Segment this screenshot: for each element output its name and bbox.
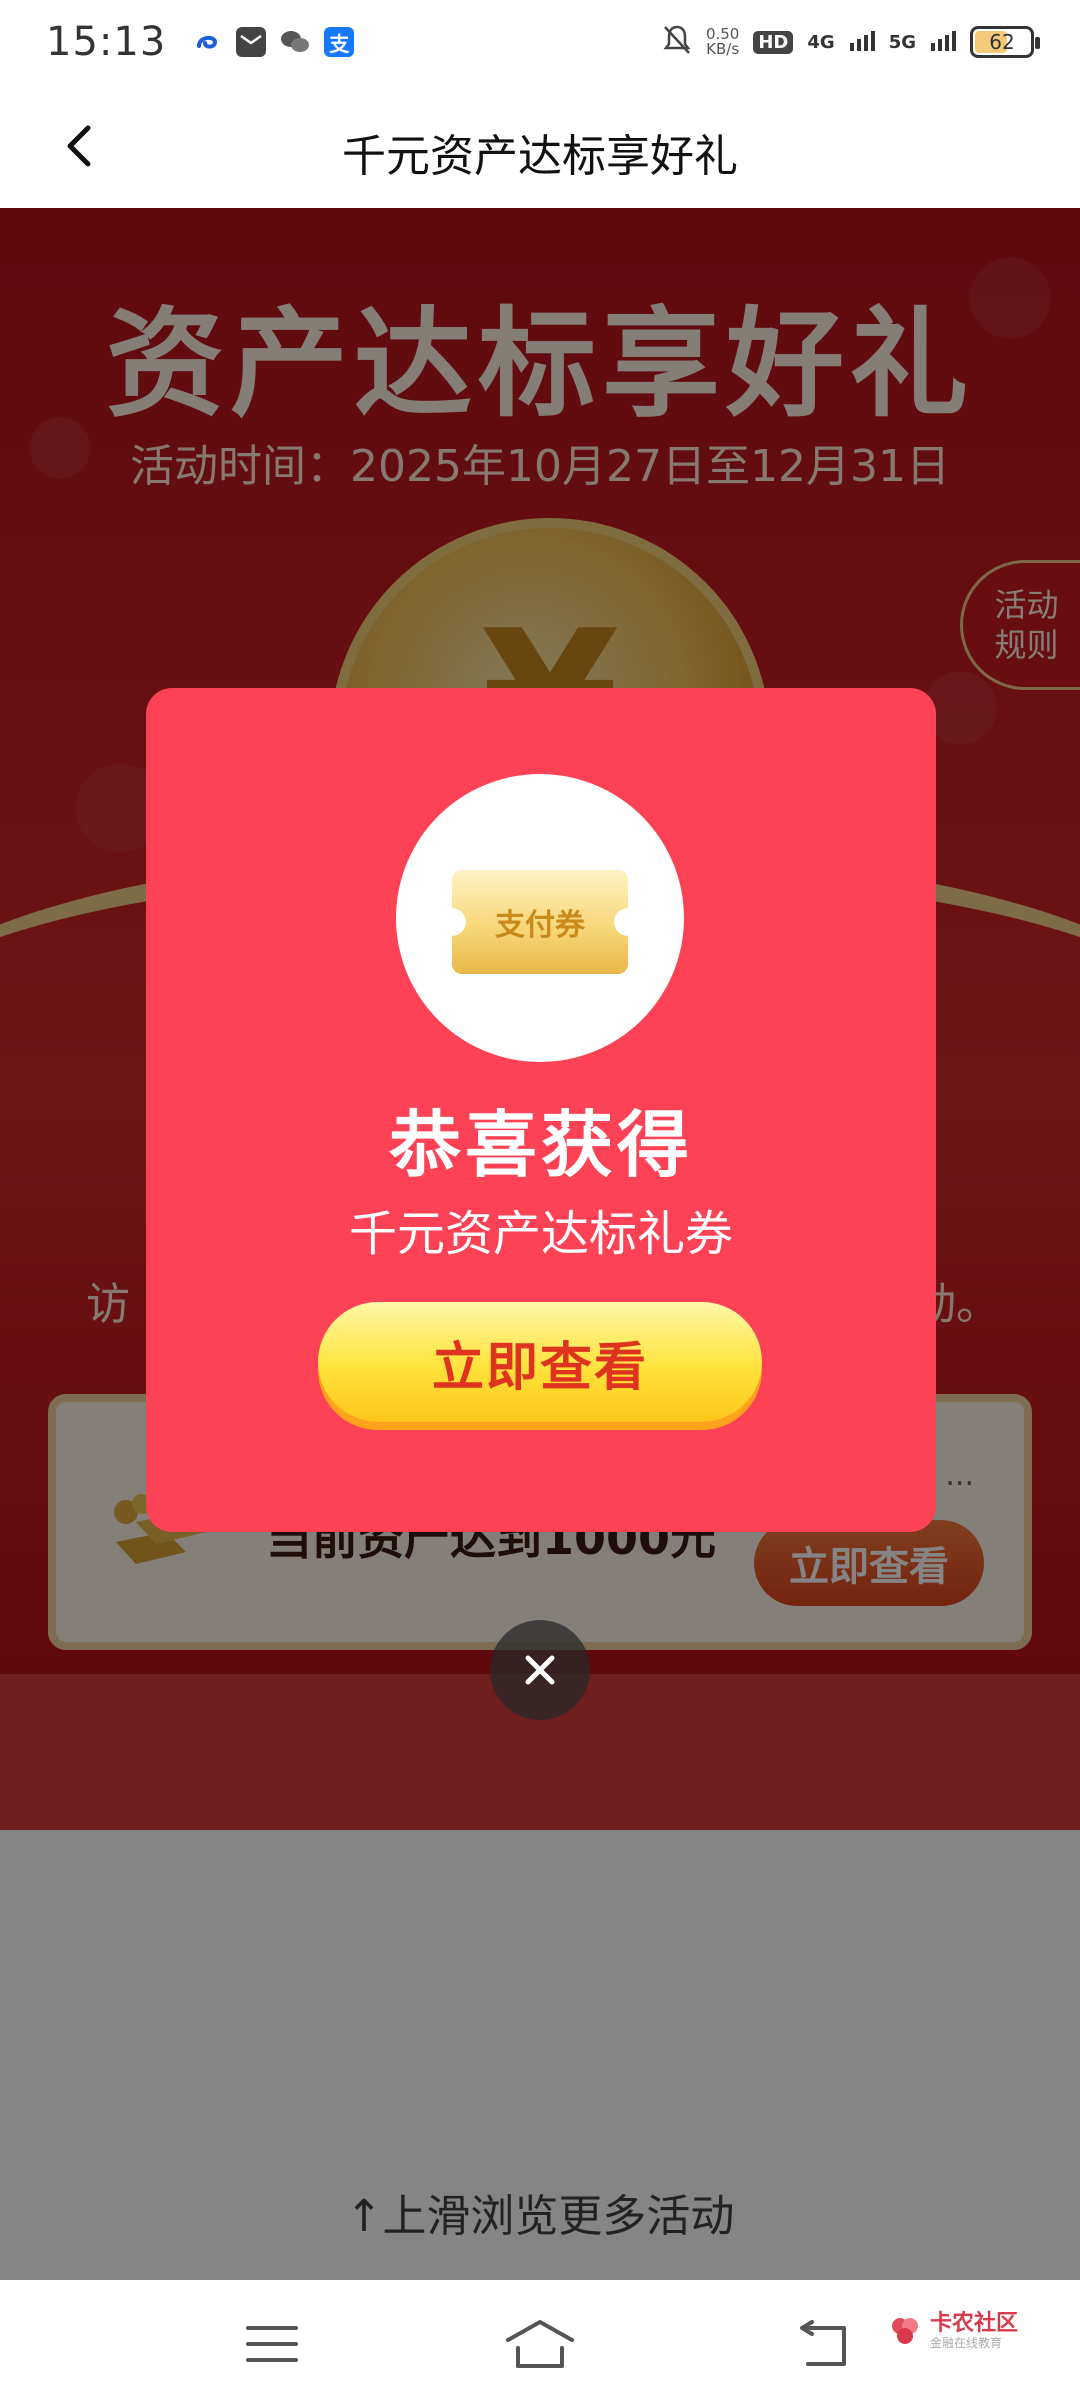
- net-speed-unit: KB/s: [706, 40, 740, 58]
- signal-5g: 5G: [888, 31, 916, 53]
- mute-bell-icon: [662, 24, 692, 60]
- watermark-text: 卡农社区 金融在线教育: [929, 2311, 1018, 2351]
- home-icon: [506, 2320, 574, 2368]
- swipe-up-hint: ↑上滑浏览更多活动: [345, 2191, 735, 2242]
- hd-badge: HD: [753, 30, 794, 54]
- page-title: 千元资产达标享好礼: [342, 131, 738, 182]
- watermark: 卡农社区 金融在线教育: [888, 2312, 1018, 2350]
- swirl-app-icon: [192, 27, 223, 57]
- net-speed: 0.50 KB/s: [706, 27, 739, 57]
- battery-level: 62: [989, 30, 1015, 54]
- home-button[interactable]: [504, 2314, 574, 2374]
- modal-close-button[interactable]: [490, 1620, 590, 1720]
- battery-indicator: 62: [970, 26, 1040, 58]
- signal-bars-icon: [849, 29, 875, 55]
- wechat-icon: [280, 27, 311, 57]
- coupon-icon-circle: 支付券: [396, 774, 684, 1062]
- status-bar: 15:13 支 0.50 KB/s HD 4G 5G 62: [0, 0, 1080, 84]
- screen: 15:13 支 0.50 KB/s HD 4G 5G 62 千元资产达标享好礼 …: [0, 0, 1080, 2408]
- back-nav-button[interactable]: [792, 2314, 856, 2374]
- back-arrow-icon: [800, 2320, 846, 2366]
- close-icon: [525, 1655, 555, 1685]
- notification-icons: 支: [192, 27, 355, 57]
- view-now-button[interactable]: 立即查看: [318, 1302, 762, 1422]
- modal-title: 恭喜获得: [388, 1103, 693, 1187]
- kanong-logo-icon: [891, 2318, 918, 2344]
- reward-modal: 支付券 恭喜获得 千元资产达标礼券 立即查看: [146, 688, 936, 1532]
- system-nav-bar: 卡农社区 金融在线教育: [0, 2280, 1080, 2408]
- watermark-main: 卡农社区: [929, 2311, 1018, 2336]
- status-time: 15:13: [46, 19, 167, 65]
- modal-subtitle: 千元资产达标礼券: [348, 1206, 733, 1262]
- mail-app-icon: [236, 27, 267, 57]
- watermark-sub: 金融在线教育: [929, 2336, 1002, 2350]
- coupon-label: 支付券: [495, 908, 585, 943]
- title-bar: 千元资产达标享好礼: [0, 84, 1080, 208]
- signal-4g: 4G: [807, 31, 835, 53]
- menu-button[interactable]: [240, 2314, 304, 2374]
- menu-icon: [246, 2326, 298, 2362]
- system-indicators: 0.50 KB/s HD 4G 5G 62: [662, 24, 1040, 60]
- signal-bars-icon: [930, 29, 956, 55]
- alipay-icon: 支: [324, 27, 355, 57]
- payment-coupon-icon: 支付券: [438, 870, 642, 974]
